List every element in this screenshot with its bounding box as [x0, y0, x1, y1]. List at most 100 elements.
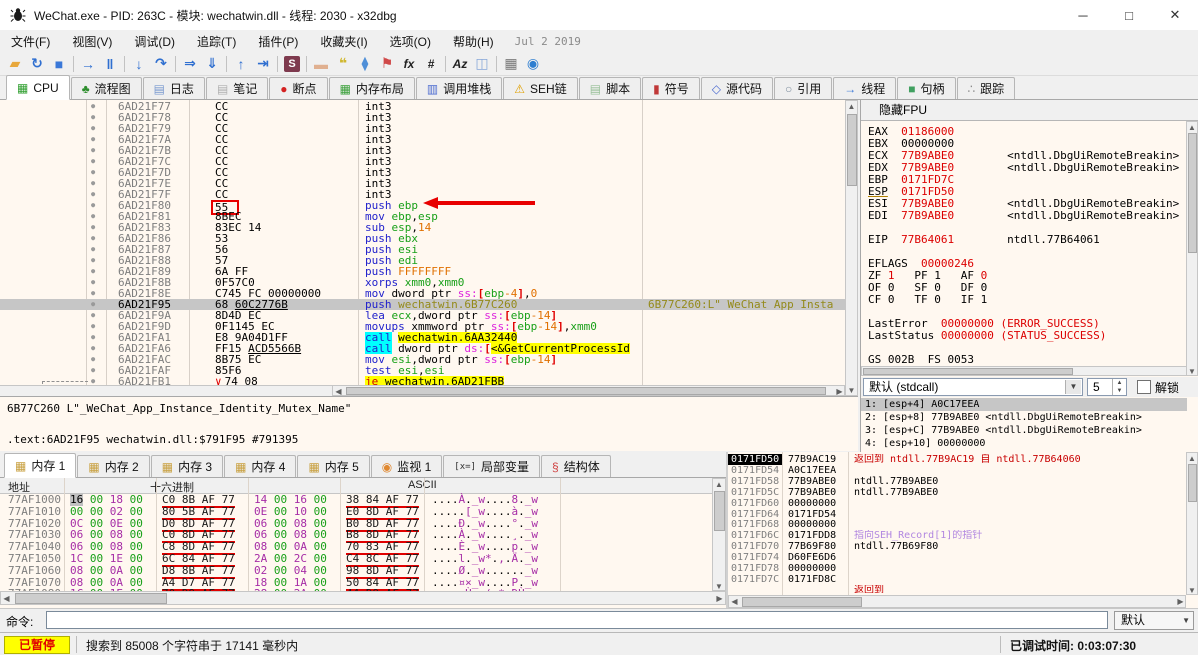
- command-input[interactable]: [46, 611, 1108, 629]
- functions-icon[interactable]: fx: [398, 54, 420, 74]
- breakpoint-dot-icon[interactable]: ●: [91, 211, 95, 222]
- breakpoint-dot-icon[interactable]: ●: [91, 112, 95, 123]
- breakpoint-dot-icon[interactable]: ●: [91, 101, 95, 112]
- dump-hscrollbar[interactable]: ◀ ▶: [0, 591, 726, 605]
- menu-item-plugins[interactable]: 插件(P): [247, 31, 309, 52]
- stop-icon[interactable]: ■: [48, 54, 70, 74]
- register-line[interactable]: EIP 77B64061 ntdll.77B64061: [868, 234, 1100, 246]
- execute-till-return-icon[interactable]: ↑: [230, 54, 252, 74]
- dump-vscrollbar[interactable]: ▲ ▼: [712, 478, 726, 591]
- stack-row[interactable]: 0171FD70 77B69F80 ntdll.77B69F80: [728, 541, 1186, 552]
- memory-dump-panel[interactable]: ▦ 内存 1 ▦ 内存 2 ▦ 内存 3 ▦ 内存 4 ▦ 内存 5 ◉ 监视 1 [x=] 局部变量 § 结…: [0, 452, 726, 608]
- menu-item-trace[interactable]: 追踪(T): [186, 31, 247, 52]
- stack-row[interactable]: 0171FD60 00000000: [728, 498, 1186, 509]
- breakpoint-dot-icon[interactable]: ●: [91, 244, 95, 255]
- stack-row[interactable]: 0171FD5C 77B9ABE0 ntdll.77B9ABE0: [728, 487, 1186, 498]
- calculator-icon[interactable]: ▦: [500, 54, 522, 74]
- comments-icon[interactable]: ❝: [332, 54, 354, 74]
- breakpoint-dot-icon[interactable]: ●: [91, 178, 95, 189]
- hide-fpu-button[interactable]: 隐藏FPU: [861, 100, 1198, 121]
- menu-item-options[interactable]: 选项(O): [379, 31, 442, 52]
- restart-icon[interactable]: ↻: [26, 54, 48, 74]
- tab-log[interactable]: ▤ 日志: [142, 77, 205, 99]
- tab-memory-map[interactable]: ▦ 内存布局: [328, 77, 415, 99]
- stack-argument-row[interactable]: 4: [esp+10] 00000000: [861, 437, 1187, 450]
- breakpoint-dot-icon[interactable]: ●: [91, 145, 95, 156]
- breakpoint-dot-icon[interactable]: ●: [91, 343, 95, 354]
- breakpoint-dot-icon[interactable]: ●: [91, 321, 95, 332]
- breakpoint-dot-icon[interactable]: ●: [91, 288, 95, 299]
- registers-vscrollbar[interactable]: ▲ ▼: [1186, 121, 1198, 376]
- patch-icon[interactable]: ▬: [310, 54, 332, 74]
- menu-item-view[interactable]: 视图(V): [61, 31, 123, 52]
- menu-item-debug[interactable]: 调试(D): [123, 31, 186, 52]
- stack-row[interactable]: 0171FD54 A0C17EEA: [728, 465, 1186, 476]
- tab-seh[interactable]: ⚠ SEH链: [503, 77, 578, 99]
- menu-item-help[interactable]: 帮助(H): [442, 31, 505, 52]
- stepper-arrows-icon[interactable]: ▲ ▼: [1112, 379, 1126, 395]
- tab-script[interactable]: ▤ 脚本: [578, 77, 642, 99]
- breakpoint-dot-icon[interactable]: ●: [91, 189, 95, 200]
- breakpoint-dot-icon[interactable]: ●: [91, 255, 95, 266]
- calling-convention-select[interactable]: 默认 (stdcall) ▼: [863, 378, 1083, 396]
- minimize-button[interactable]: ─: [1060, 0, 1106, 30]
- menu-item-favourites[interactable]: 收藏夹(I): [309, 31, 378, 52]
- labels-icon[interactable]: ⧫: [354, 54, 376, 74]
- stack-argument-row[interactable]: 3: [esp+C] 77B9ABE0 <ntdll.DbgUiRemoteBr…: [861, 424, 1187, 437]
- tab-symbols[interactable]: ▮ 符号: [642, 77, 700, 99]
- tab-references[interactable]: ○ 引用: [773, 77, 833, 99]
- stack-row[interactable]: 返回到: [728, 585, 1186, 593]
- tab-breakpoints[interactable]: ● 断点: [269, 77, 328, 99]
- disasm-vscrollbar[interactable]: ▲ ▼: [845, 100, 858, 396]
- assemble-icon[interactable]: Az: [449, 54, 471, 74]
- tab-call-stack[interactable]: ▥ 调用堆栈: [415, 77, 503, 99]
- breakpoint-dot-icon[interactable]: ●: [91, 222, 95, 233]
- tab-threads[interactable]: → 线程: [833, 77, 897, 99]
- run-icon[interactable]: →: [77, 54, 99, 74]
- breakpoint-dot-icon[interactable]: ●: [91, 134, 95, 145]
- close-button[interactable]: ✕: [1152, 0, 1198, 30]
- goto-eip-icon[interactable]: ⇥: [252, 54, 274, 74]
- breakpoint-dot-icon[interactable]: ●: [91, 299, 95, 310]
- tab-cpu[interactable]: ▦ CPU: [6, 75, 70, 100]
- stack-panel[interactable]: 0171FD50 77B9AC19 返回到 ntdll.77B9AC19 自 ntd…: [728, 452, 1198, 608]
- breakpoint-dot-icon[interactable]: ●: [91, 167, 95, 178]
- maximize-button[interactable]: □: [1106, 0, 1152, 30]
- remote-debug-icon[interactable]: ◫: [471, 54, 493, 74]
- register-line[interactable]: GS 002B FS 0053: [868, 354, 974, 366]
- stack-hscrollbar[interactable]: ◀ ▶: [728, 595, 1186, 608]
- disassembly-panel[interactable]: ● 6AD21F77 CC int3 ● 6AD21F78 CC int3 ● 6AD21F79 C…: [0, 100, 858, 396]
- breakpoint-dot-icon[interactable]: ●: [91, 200, 95, 211]
- strings-icon[interactable]: S: [284, 55, 300, 72]
- tab-graph[interactable]: ♣ 流程图: [70, 77, 142, 99]
- tab-notes[interactable]: ▤ 笔记: [205, 77, 269, 99]
- breakpoint-dot-icon[interactable]: ●: [91, 365, 95, 376]
- command-scope-select[interactable]: 默认 ▼: [1114, 611, 1194, 630]
- tab-handles[interactable]: ■ 句柄: [897, 77, 956, 99]
- hash-icon[interactable]: #: [420, 54, 442, 74]
- help-globe-icon[interactable]: ◉: [522, 54, 544, 74]
- register-line[interactable]: EDI 77B9ABE0 <ntdll.DbgUiRemoteBreakin>: [868, 210, 1179, 222]
- breakpoint-dot-icon[interactable]: ●: [91, 233, 95, 244]
- bookmarks-icon[interactable]: ⚑: [376, 54, 398, 74]
- stack-argument-row[interactable]: 2: [esp+8] 77B9ABE0 <ntdll.DbgUiRemoteBr…: [861, 411, 1187, 424]
- step-into-icon[interactable]: ↓: [128, 54, 150, 74]
- disasm-hscrollbar[interactable]: ◀ ▶: [332, 385, 845, 396]
- tab-trace[interactable]: ∴ 跟踪: [956, 77, 1016, 99]
- stack-row[interactable]: 0171FD58 77B9ABE0 ntdll.77B9ABE0: [728, 476, 1186, 487]
- step-over-icon[interactable]: ↷: [150, 54, 172, 74]
- stack-row[interactable]: 0171FD50 77B9AC19 返回到 ntdll.77B9AC19 自 ntd…: [728, 454, 1186, 465]
- stack-row[interactable]: 0171FD64 0171FD54: [728, 509, 1186, 520]
- breakpoint-dot-icon[interactable]: ●: [91, 310, 95, 321]
- run-to-user-code-icon[interactable]: ⇒: [179, 54, 201, 74]
- tab-source[interactable]: ◇ 源代码: [700, 77, 773, 99]
- stack-vscrollbar[interactable]: ▲ ▼: [1186, 452, 1198, 595]
- breakpoint-dot-icon[interactable]: ●: [91, 156, 95, 167]
- stack-row[interactable]: 0171FD7C 0171FD8C: [728, 574, 1186, 585]
- registers-hscrollbar[interactable]: [861, 366, 1187, 376]
- breakpoint-dot-icon[interactable]: ●: [91, 123, 95, 134]
- step-out-icon[interactable]: ⇓: [201, 54, 223, 74]
- stack-row[interactable]: 0171FD68 00000000: [728, 519, 1186, 530]
- breakpoint-dot-icon[interactable]: ●: [91, 277, 95, 288]
- menu-item-file[interactable]: 文件(F): [0, 31, 61, 52]
